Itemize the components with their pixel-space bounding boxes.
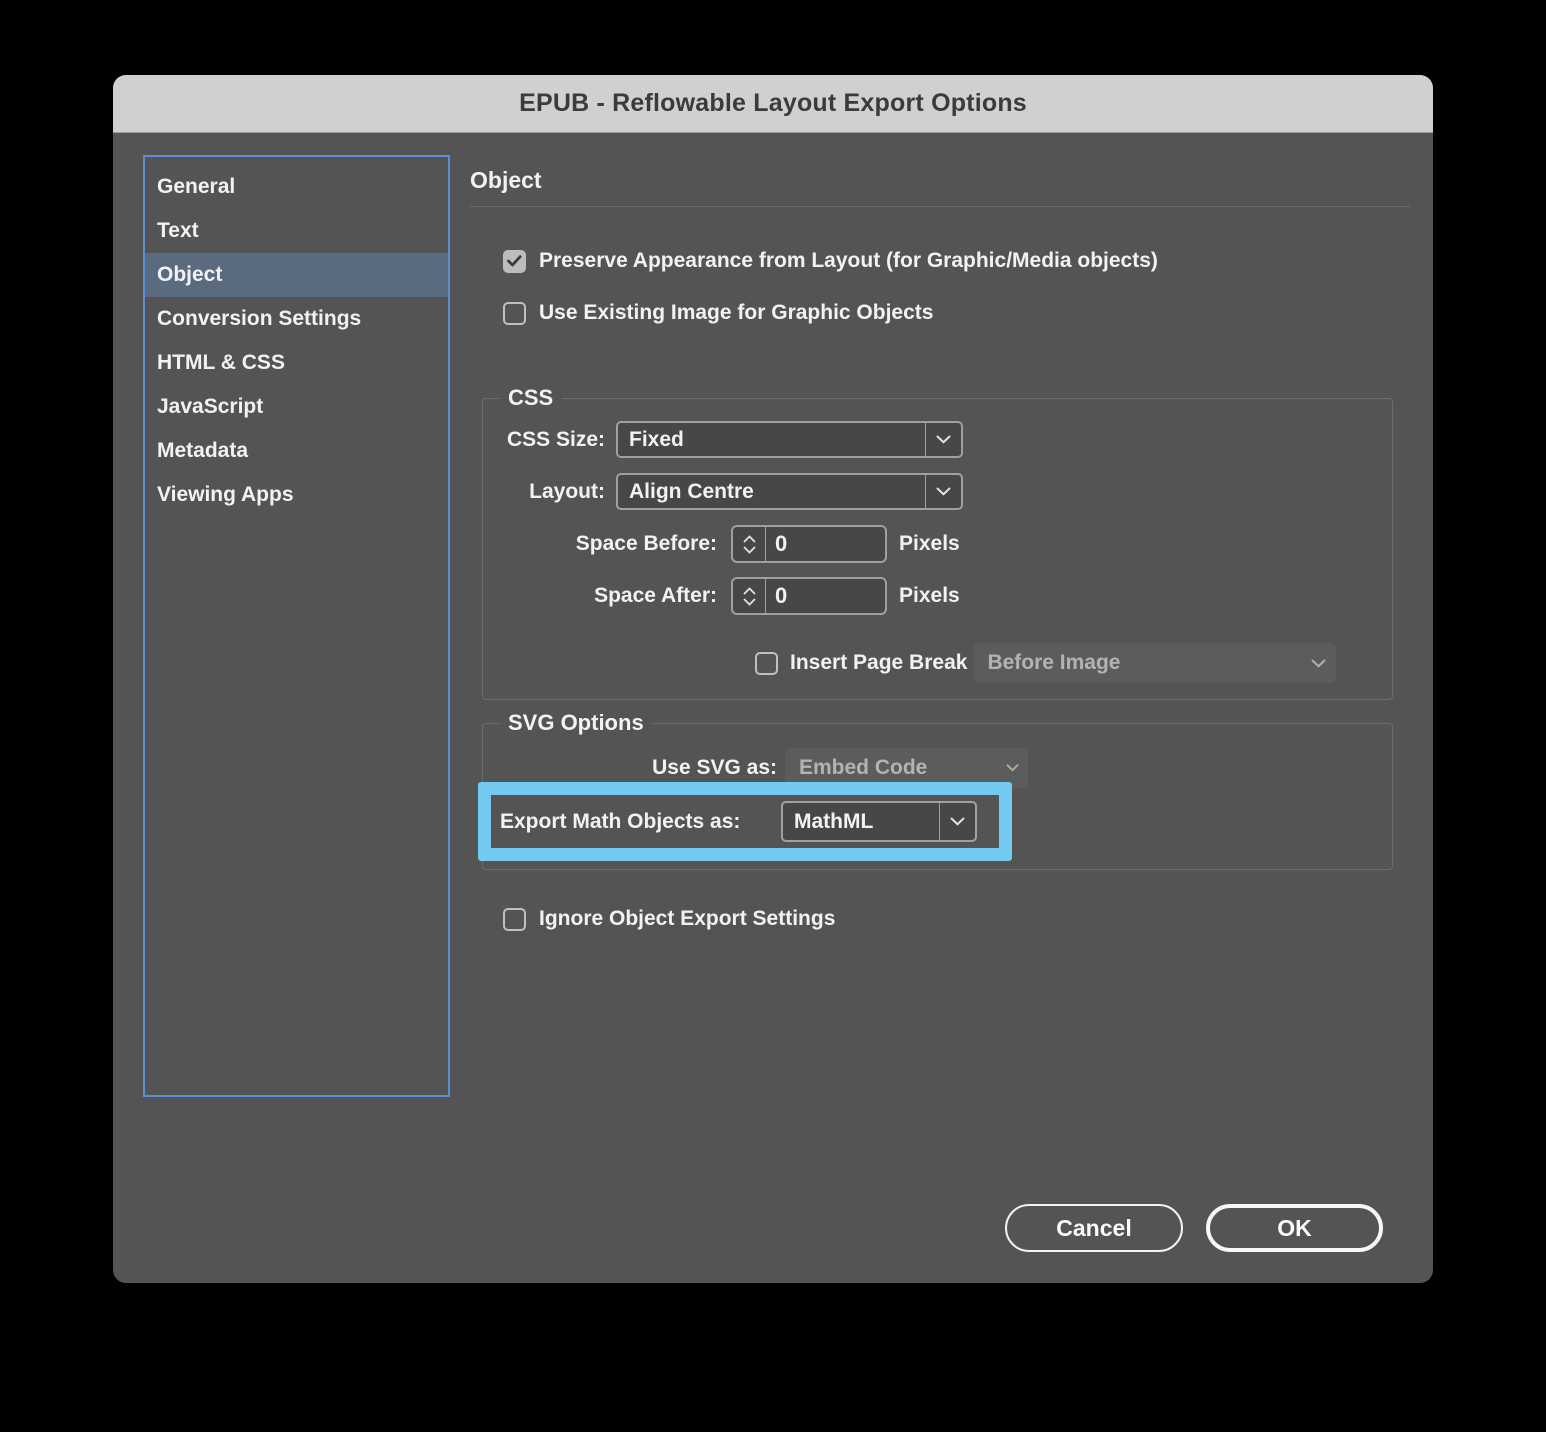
- svg-options-group-title: SVG Options: [499, 710, 653, 736]
- space-before-unit: Pixels: [899, 532, 960, 556]
- sidebar-item-general[interactable]: General: [145, 165, 448, 209]
- space-after-label: Space After:: [470, 584, 717, 608]
- dialog-titlebar: EPUB - Reflowable Layout Export Options: [113, 75, 1433, 133]
- sidebar-item-object[interactable]: Object: [145, 253, 448, 297]
- css-size-label: CSS Size:: [470, 428, 605, 452]
- ok-button[interactable]: OK: [1206, 1204, 1383, 1252]
- layout-dropdown[interactable]: Align Centre: [616, 473, 963, 510]
- page-break-position-value: Before Image: [973, 643, 1300, 683]
- stepper-up-down-icons[interactable]: [733, 579, 766, 613]
- chevron-down-icon: [939, 803, 975, 840]
- preserve-appearance-label: Preserve Appearance from Layout (for Gra…: [539, 249, 1158, 273]
- chevron-up-icon: [743, 535, 756, 543]
- chevron-down-icon: [925, 475, 961, 508]
- layout-value: Align Centre: [618, 475, 925, 508]
- layout-label: Layout:: [470, 480, 605, 504]
- export-math-label: Export Math Objects as:: [491, 810, 781, 834]
- ignore-object-export-checkbox[interactable]: [503, 908, 526, 931]
- settings-nav: General Text Object Conversion Settings …: [143, 155, 450, 1097]
- space-after-input[interactable]: 0: [766, 579, 885, 613]
- space-before-stepper: 0: [731, 525, 887, 563]
- page-break-position-dropdown[interactable]: Before Image: [973, 643, 1336, 683]
- sidebar-item-conversion-settings[interactable]: Conversion Settings: [145, 297, 448, 341]
- sidebar-item-javascript[interactable]: JavaScript: [145, 385, 448, 429]
- sidebar-item-viewing-apps[interactable]: Viewing Apps: [145, 473, 448, 517]
- insert-page-break-row: Insert Page Break Before Image: [755, 643, 1336, 683]
- cancel-button[interactable]: Cancel: [1005, 1204, 1183, 1252]
- preserve-appearance-checkbox[interactable]: [503, 250, 526, 273]
- use-existing-image-row: Use Existing Image for Graphic Objects: [503, 301, 933, 325]
- sidebar-item-html-css[interactable]: HTML & CSS: [145, 341, 448, 385]
- insert-page-break-label: Insert Page Break: [790, 651, 967, 675]
- sidebar-item-text[interactable]: Text: [145, 209, 448, 253]
- space-after-stepper: 0: [731, 577, 887, 615]
- screen-background: EPUB - Reflowable Layout Export Options …: [0, 0, 1546, 1432]
- layout-row: Layout: Align Centre: [470, 473, 963, 510]
- space-before-label: Space Before:: [470, 532, 717, 556]
- export-math-dropdown[interactable]: MathML: [781, 801, 977, 842]
- page-title: Object: [470, 167, 542, 194]
- chevron-down-icon: [743, 546, 756, 554]
- css-size-value: Fixed: [618, 423, 925, 456]
- use-existing-image-checkbox[interactable]: [503, 302, 526, 325]
- chevron-up-icon: [743, 587, 756, 595]
- chevron-down-icon: [1300, 643, 1336, 683]
- space-before-input[interactable]: 0: [766, 527, 885, 561]
- export-math-highlight: Export Math Objects as: MathML: [478, 782, 1012, 861]
- css-size-dropdown[interactable]: Fixed: [616, 421, 963, 458]
- css-group-title: CSS: [499, 385, 562, 411]
- stepper-up-down-icons[interactable]: [733, 527, 766, 561]
- chevron-down-icon: [925, 423, 961, 456]
- heading-divider: [470, 206, 1410, 207]
- ignore-object-export-label: Ignore Object Export Settings: [539, 907, 835, 931]
- sidebar-item-metadata[interactable]: Metadata: [145, 429, 448, 473]
- checkmark-icon: [507, 255, 522, 267]
- chevron-down-icon: [743, 598, 756, 606]
- ignore-object-export-row: Ignore Object Export Settings: [503, 907, 835, 931]
- insert-page-break-checkbox[interactable]: [755, 652, 778, 675]
- css-size-row: CSS Size: Fixed: [470, 421, 963, 458]
- space-after-unit: Pixels: [899, 584, 960, 608]
- space-before-row: Space Before: 0 Pixels: [470, 525, 960, 563]
- use-existing-image-label: Use Existing Image for Graphic Objects: [539, 301, 933, 325]
- epub-export-dialog: EPUB - Reflowable Layout Export Options …: [113, 75, 1433, 1283]
- space-after-row: Space After: 0 Pixels: [470, 577, 960, 615]
- export-math-value: MathML: [783, 803, 939, 840]
- preserve-appearance-row: Preserve Appearance from Layout (for Gra…: [503, 249, 1158, 273]
- use-svg-as-label: Use SVG as:: [513, 756, 777, 780]
- dialog-title: EPUB - Reflowable Layout Export Options: [519, 89, 1027, 118]
